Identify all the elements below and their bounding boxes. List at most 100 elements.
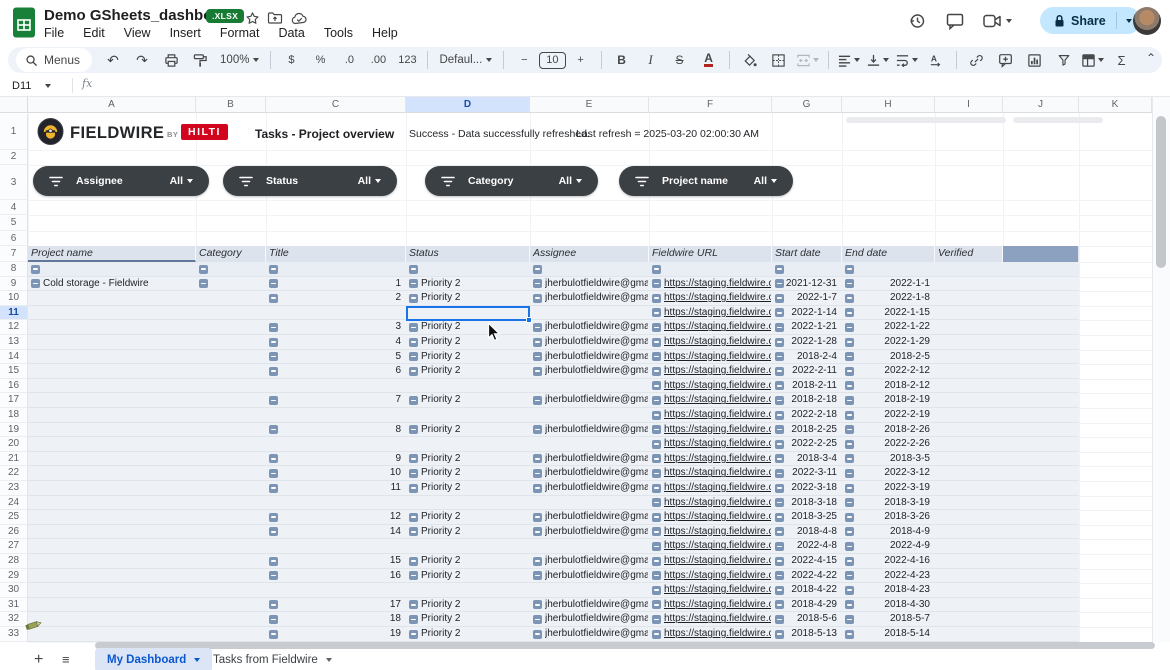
meet-camera-icon[interactable] bbox=[980, 10, 1014, 32]
assignee-cell[interactable]: jherbulotfieldwire@gmail. bbox=[545, 612, 648, 626]
start-date-cell[interactable]: 2022-1-28 bbox=[785, 335, 837, 349]
undo-button[interactable]: ↶ bbox=[99, 49, 127, 71]
filter-value-dropdown[interactable]: All bbox=[754, 175, 777, 187]
row-header-11[interactable]: 11 bbox=[0, 306, 28, 321]
end-date-chip-icon[interactable] bbox=[845, 469, 854, 478]
end-date-cell[interactable]: 2018-2-19 bbox=[855, 393, 930, 407]
status-chip-icon[interactable] bbox=[409, 600, 418, 609]
fieldwire-url-link[interactable]: https://staging.fieldwire.c bbox=[664, 554, 771, 568]
end-date-chip-icon[interactable] bbox=[845, 352, 854, 361]
row-header-1[interactable]: 1 bbox=[0, 114, 28, 151]
text-rotation-button[interactable]: A bbox=[922, 49, 950, 71]
row-header-29[interactable]: 29 bbox=[0, 569, 28, 584]
cloud-status-icon[interactable] bbox=[290, 9, 308, 27]
insert-chart-button[interactable] bbox=[1021, 49, 1049, 71]
start-date-cell[interactable]: 2022-3-11 bbox=[785, 466, 837, 480]
start-date-chip-icon[interactable] bbox=[775, 571, 784, 580]
menu-file[interactable]: File bbox=[44, 26, 64, 40]
start-date-chip-icon[interactable] bbox=[775, 600, 784, 609]
fieldwire-url-link[interactable]: https://staging.fieldwire.c bbox=[664, 583, 771, 597]
row-header-7[interactable]: 7 bbox=[0, 246, 28, 262]
end-date-cell[interactable]: 2022-2-12 bbox=[855, 364, 930, 378]
status-chip-icon[interactable] bbox=[409, 294, 418, 303]
url-chip-icon[interactable] bbox=[652, 323, 661, 332]
sheets-logo-icon[interactable] bbox=[12, 7, 36, 43]
title-chip-icon[interactable] bbox=[269, 571, 278, 580]
table-row-25[interactable]: 12Priority 2jherbulotfieldwire@gmail.htt… bbox=[28, 510, 1079, 525]
assignee-cell[interactable]: jherbulotfieldwire@gmail. bbox=[545, 452, 648, 466]
start-date-chip-icon[interactable] bbox=[775, 367, 784, 376]
row-header-28[interactable]: 28 bbox=[0, 554, 28, 569]
assignee-cell[interactable]: jherbulotfieldwire@gmail. bbox=[545, 364, 648, 378]
fieldwire-url-link[interactable]: https://staging.fieldwire.c bbox=[664, 335, 771, 349]
title-chip-icon[interactable] bbox=[269, 323, 278, 332]
assignee-cell[interactable]: jherbulotfieldwire@gmail. bbox=[545, 525, 648, 539]
assignee-cell[interactable]: jherbulotfieldwire@gmail. bbox=[545, 350, 648, 364]
status-cell[interactable]: Priority 2 bbox=[421, 277, 527, 291]
table-row-27[interactable]: https://staging.fieldwire.c2022-4-82022-… bbox=[28, 539, 1079, 554]
title-chip-icon[interactable] bbox=[269, 630, 278, 639]
assignee-chip-icon[interactable] bbox=[533, 425, 542, 434]
end-date-cell[interactable]: 2018-4-23 bbox=[855, 583, 930, 597]
share-button-main[interactable]: Share bbox=[1040, 14, 1116, 28]
table-row-21[interactable]: 9Priority 2jherbulotfieldwire@gmail.http… bbox=[28, 452, 1079, 467]
end-date-chip-icon[interactable] bbox=[845, 571, 854, 580]
status-cell[interactable]: Priority 2 bbox=[421, 291, 527, 305]
tab-dropdown-icon[interactable] bbox=[326, 658, 332, 662]
filter-chip-icon[interactable] bbox=[652, 265, 661, 274]
title-chip-icon[interactable] bbox=[269, 513, 278, 522]
menu-help[interactable]: Help bbox=[372, 26, 398, 40]
row-header-18[interactable]: 18 bbox=[0, 408, 28, 423]
fieldwire-url-link[interactable]: https://staging.fieldwire.c bbox=[664, 423, 771, 437]
status-chip-icon[interactable] bbox=[409, 527, 418, 536]
row-header-16[interactable]: 16 bbox=[0, 379, 28, 394]
fieldwire-url-link[interactable]: https://staging.fieldwire.c bbox=[664, 612, 771, 626]
assignee-chip-icon[interactable] bbox=[533, 352, 542, 361]
column-header-H[interactable]: H bbox=[842, 97, 935, 113]
url-chip-icon[interactable] bbox=[652, 600, 661, 609]
start-date-chip-icon[interactable] bbox=[775, 484, 784, 493]
url-chip-icon[interactable] bbox=[652, 440, 661, 449]
row-header-21[interactable]: 21 bbox=[0, 452, 28, 467]
row-header-31[interactable]: 31 bbox=[0, 598, 28, 613]
assignee-cell[interactable]: jherbulotfieldwire@gmail. bbox=[545, 598, 648, 612]
end-date-cell[interactable]: 2022-3-19 bbox=[855, 481, 930, 495]
end-date-cell[interactable]: 2022-1-22 bbox=[855, 320, 930, 334]
url-chip-icon[interactable] bbox=[652, 469, 661, 478]
title-cell[interactable]: 16 bbox=[280, 569, 401, 583]
bold-button[interactable]: B bbox=[608, 49, 636, 71]
title-cell[interactable]: 9 bbox=[280, 452, 401, 466]
url-chip-icon[interactable] bbox=[652, 425, 661, 434]
end-date-chip-icon[interactable] bbox=[845, 484, 854, 493]
status-chip-icon[interactable] bbox=[409, 630, 418, 639]
row-header-26[interactable]: 26 bbox=[0, 525, 28, 540]
table-header-start-date[interactable]: Start date bbox=[772, 246, 842, 262]
start-date-chip-icon[interactable] bbox=[775, 381, 784, 390]
row-header-25[interactable]: 25 bbox=[0, 510, 28, 525]
assignee-cell[interactable]: jherbulotfieldwire@gmail. bbox=[545, 481, 648, 495]
assignee-chip-icon[interactable] bbox=[533, 527, 542, 536]
title-chip-icon[interactable] bbox=[269, 367, 278, 376]
start-date-cell[interactable]: 2018-4-8 bbox=[785, 525, 837, 539]
title-chip-icon[interactable] bbox=[269, 469, 278, 478]
end-date-cell[interactable]: 2022-4-9 bbox=[855, 539, 930, 553]
table-header-title[interactable]: Title bbox=[266, 246, 406, 262]
url-chip-icon[interactable] bbox=[652, 396, 661, 405]
start-date-chip-icon[interactable] bbox=[775, 411, 784, 420]
fieldwire-url-link[interactable]: https://staging.fieldwire.c bbox=[664, 598, 771, 612]
start-date-cell[interactable]: 2018-3-25 bbox=[785, 510, 837, 524]
filter-assignee[interactable]: Assignee All bbox=[33, 166, 209, 196]
status-cell[interactable]: Priority 2 bbox=[421, 364, 527, 378]
row-header-14[interactable]: 14 bbox=[0, 350, 28, 365]
start-date-chip-icon[interactable] bbox=[775, 308, 784, 317]
status-chip-icon[interactable] bbox=[409, 338, 418, 347]
start-date-chip-icon[interactable] bbox=[775, 513, 784, 522]
assignee-chip-icon[interactable] bbox=[533, 484, 542, 493]
assignee-cell[interactable]: jherbulotfieldwire@gmail. bbox=[545, 393, 648, 407]
fieldwire-url-link[interactable]: https://staging.fieldwire.c bbox=[664, 379, 771, 393]
end-date-chip-icon[interactable] bbox=[845, 294, 854, 303]
status-chip-icon[interactable] bbox=[409, 396, 418, 405]
menu-view[interactable]: View bbox=[124, 26, 151, 40]
increase-decimal-button[interactable]: .00 bbox=[364, 49, 392, 71]
assignee-chip-icon[interactable] bbox=[533, 615, 542, 624]
